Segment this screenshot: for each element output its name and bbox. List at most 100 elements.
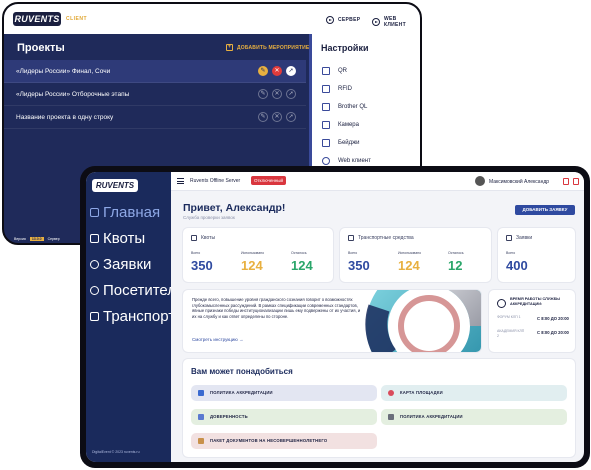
settings-item-label: Web клиент	[338, 158, 371, 164]
settings-item-rfid[interactable]: RFID	[322, 85, 352, 93]
sidebar-item-quotas[interactable]: Квоты	[90, 230, 145, 247]
stat-label: Использовано	[398, 251, 422, 255]
back-topbar: RUVENTS CLIENT СЕРВЕР WEB КЛИЕНТ	[4, 4, 420, 34]
stat-value: 400	[506, 258, 528, 273]
quotas-card: Квоты Всего Использовано Осталось 350 12…	[183, 228, 333, 282]
globe-icon	[322, 157, 330, 165]
bus-icon	[90, 312, 99, 321]
settings-title: Настройки	[321, 43, 369, 53]
delete-icon[interactable]: ✕	[272, 89, 282, 99]
stat-value: 124	[398, 258, 420, 273]
sidebar-item-visitors[interactable]: Посетители	[90, 282, 171, 299]
logout-icon[interactable]	[573, 178, 579, 185]
menu-icon[interactable]	[177, 178, 184, 184]
hours-value: С 8:00 ДО 20:00	[537, 316, 569, 321]
sidebar-item-home[interactable]: Главная	[90, 204, 160, 221]
settings-item-label: RFID	[338, 86, 352, 92]
sidebar-footer: DigitalEvent © 2023 ruvents.ru	[92, 450, 140, 454]
open-icon[interactable]: ➚	[286, 89, 296, 99]
power-of-attorney-link[interactable]: ДОВЕРЕННОСТЬ	[191, 409, 377, 425]
edit-icon[interactable]: ✎	[258, 89, 268, 99]
stat-value: 350	[348, 258, 370, 273]
add-event-label: ДОБАВИТЬ МЕРОПРИЯТИЕ	[237, 44, 310, 51]
info-text: Прежде всего, повышение уровня гражданск…	[192, 297, 361, 319]
open-icon[interactable]: ➚	[286, 66, 296, 76]
sidebar-item-label: Посетители	[103, 282, 171, 299]
edit-icon[interactable]: ✎	[258, 112, 268, 122]
stat-label: Всего	[191, 251, 201, 255]
settings-item-camera[interactable]: Камера	[322, 121, 359, 129]
stat-value: 124	[291, 258, 313, 273]
stat-value: 12	[448, 258, 463, 273]
lock-icon[interactable]	[563, 178, 569, 185]
transport-title: Транспортные средства	[348, 235, 414, 241]
back-footer: Версия 13.0.0 Сервер	[14, 237, 60, 241]
stat-value: 350	[191, 258, 213, 273]
settings-item-qr[interactable]: QR	[322, 67, 347, 75]
edit-icon[interactable]: ✎	[258, 66, 268, 76]
delete-icon[interactable]: ✕	[272, 66, 282, 76]
settings-item-printer[interactable]: Brother QL	[322, 103, 367, 111]
transport-title-label: Транспортные средства	[358, 235, 414, 241]
project-name: Название проекта в одну строку	[16, 113, 114, 121]
working-hours-card: ВРЕМЯ РАБОТЫ СЛУЖБЫ АККРЕДИТАЦИИ: ФОРУМ …	[489, 290, 575, 352]
requests-icon	[506, 235, 512, 241]
add-event-button[interactable]: + ДОБАВИТЬ МЕРОПРИЯТИЕ	[226, 44, 309, 51]
accreditation-policy-link-2[interactable]: ПОЛИТИКА АККРЕДИТАЦИИ	[381, 409, 567, 425]
play-icon	[372, 18, 380, 26]
open-icon[interactable]: ➚	[286, 112, 296, 122]
requests-card: Заявки Всего 400	[498, 228, 575, 282]
page-title: Привет, Александр!	[183, 202, 286, 214]
add-request-button[interactable]: ДОБАВИТЬ ЗАЯВКУ	[515, 205, 575, 215]
web-client-link-label: WEB КЛИЕНТ	[383, 16, 406, 28]
page-subtitle: Служба проверки заявок	[183, 215, 235, 220]
badge-icon	[322, 139, 330, 147]
plus-icon: +	[226, 44, 233, 51]
venue-map-link[interactable]: КАРТА ПЛОЩАДКИ	[381, 385, 567, 401]
stat-label: Осталось	[291, 251, 307, 255]
version-badge: 13.0.0	[29, 237, 44, 241]
bus-icon	[348, 235, 354, 241]
avatar[interactable]	[475, 176, 485, 186]
user-name[interactable]: Максимовский Александр	[489, 179, 549, 185]
useful-links-card: Вам может понадобиться ПОЛИТИКА АККРЕДИТ…	[183, 359, 575, 457]
logo[interactable]: RUVENTS	[92, 179, 138, 192]
accreditation-policy-link[interactable]: ПОЛИТИКА АККРЕДИТАЦИИ	[191, 385, 377, 401]
info-card: Прежде всего, повышение уровня гражданск…	[183, 290, 481, 352]
stat-label: Всего	[506, 251, 516, 255]
useful-title: Вам может понадобиться	[191, 367, 293, 376]
delete-icon[interactable]: ✕	[272, 112, 282, 122]
project-row[interactable]: «Лидеры России» Финал, Сочи ✎ ✕ ➚	[4, 60, 306, 83]
server-title: Ruvents Offline Server	[190, 178, 241, 184]
tablet-frame: RUVENTS Главная Квоты Заявки Посетители	[80, 166, 590, 468]
main-content: Ruvents Offline Server Отключенный Макси…	[171, 172, 584, 462]
sidebar-item-requests[interactable]: Заявки	[90, 256, 151, 273]
settings-item-label: Brother QL	[338, 104, 368, 110]
project-row[interactable]: «Лидеры России» Отборочные этапы ✎ ✕ ➚	[4, 83, 306, 106]
sidebar-item-transport[interactable]: Транспорт	[90, 308, 171, 325]
minor-documents-link[interactable]: ПАКЕТ ДОКУМЕНТОВ НА НЕСОВЕРШЕННОЛЕТНЕГО	[191, 433, 377, 449]
sidebar-item-label: Главная	[103, 204, 161, 221]
web-client-link[interactable]: WEB КЛИЕНТ	[372, 16, 420, 28]
project-row[interactable]: Название проекта в одну строку ✎ ✕ ➚	[4, 106, 306, 129]
link-label: КАРТА ПЛОЩАДКИ	[400, 390, 443, 395]
settings-item-label: QR	[338, 68, 347, 74]
instruction-link[interactable]: Смотреть инструкцию →	[192, 337, 244, 342]
logo-subtitle: CLIENT	[66, 16, 88, 22]
quota-icon	[191, 235, 197, 241]
transport-card: Транспортные средства Всего Использовано…	[340, 228, 491, 282]
camera-icon	[322, 121, 330, 129]
topbar: Ruvents Offline Server Отключенный Макси…	[171, 172, 584, 191]
user-icon	[90, 286, 99, 295]
working-hours-title: ВРЕМЯ РАБОТЫ СЛУЖБЫ АККРЕДИТАЦИИ:	[510, 297, 561, 306]
settings-item-badges[interactable]: Бейджи	[322, 139, 360, 147]
project-name: «Лидеры России» Отборочные этапы	[16, 90, 130, 98]
quotas-title: Квоты	[191, 235, 215, 241]
sidebar-item-label: Квоты	[103, 230, 146, 247]
play-icon	[326, 16, 334, 24]
server-link[interactable]: СЕРВЕР	[326, 16, 360, 24]
stage: RUVENTS CLIENT СЕРВЕР WEB КЛИЕНТ Проекты…	[0, 0, 591, 470]
project-name: «Лидеры России» Финал, Сочи	[16, 67, 111, 75]
settings-item-web-client[interactable]: Web клиент	[322, 157, 371, 165]
logo[interactable]: RUVENTS	[13, 12, 61, 26]
